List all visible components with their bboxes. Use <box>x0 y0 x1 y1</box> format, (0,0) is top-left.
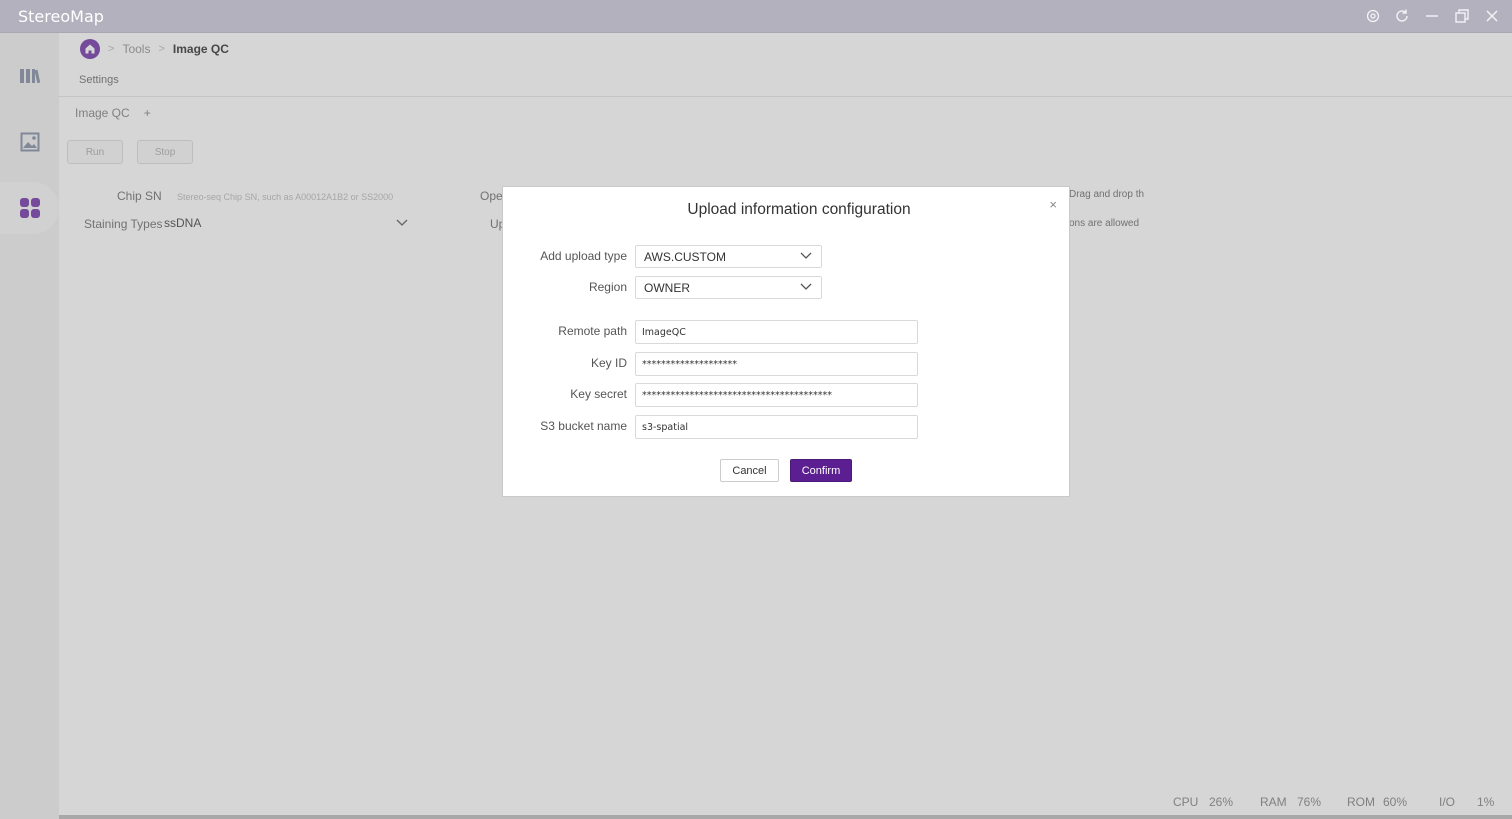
key-id-input[interactable] <box>635 352 918 376</box>
upload-config-dialog: Upload information configuration × Add u… <box>502 186 1070 497</box>
bucket-name-input[interactable] <box>635 415 918 439</box>
cancel-button[interactable]: Cancel <box>720 459 779 482</box>
region-value: OWNER <box>644 280 690 295</box>
upload-type-label: Add upload type <box>540 249 627 263</box>
settings-icon[interactable] <box>1366 9 1380 23</box>
refresh-icon[interactable] <box>1394 8 1410 24</box>
close-icon[interactable] <box>1484 8 1500 24</box>
restore-icon[interactable] <box>1454 8 1470 24</box>
title-bar: StereoMap <box>0 0 1512 33</box>
remote-path-input[interactable] <box>635 320 918 344</box>
key-secret-input[interactable] <box>635 383 918 407</box>
chevron-down-icon <box>800 283 812 290</box>
minimize-icon[interactable] <box>1424 8 1440 24</box>
dialog-title: Upload information configuration <box>687 201 911 218</box>
bucket-name-label: S3 bucket name <box>540 419 627 433</box>
region-select[interactable]: OWNER <box>635 276 822 299</box>
key-secret-label: Key secret <box>570 387 627 401</box>
upload-type-value: AWS.CUSTOM <box>644 249 727 264</box>
window-controls <box>1366 0 1500 32</box>
upload-type-select[interactable]: AWS.CUSTOM <box>635 245 822 268</box>
dialog-close-icon[interactable]: × <box>1049 197 1057 212</box>
chevron-down-icon <box>800 252 812 259</box>
remote-path-label: Remote path <box>558 324 627 338</box>
region-label: Region <box>588 280 627 294</box>
key-id-label: Key ID <box>590 356 627 370</box>
confirm-button[interactable]: Confirm <box>790 459 852 482</box>
app-title: StereoMap <box>18 6 104 26</box>
